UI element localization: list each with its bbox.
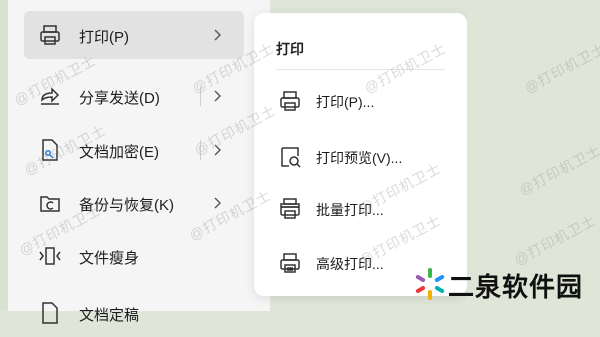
menu-item-print[interactable]: 打印(P)	[24, 11, 244, 59]
advanced-print-icon	[280, 253, 300, 273]
chevron-right-icon	[214, 29, 221, 41]
document-finalize-icon	[42, 302, 58, 324]
site-logo: 二泉软件园	[410, 262, 600, 306]
left-edge-strip	[0, 0, 8, 311]
logo-icon	[415, 268, 445, 300]
submenu-item-label: 打印预览(V)...	[316, 150, 403, 166]
menu-item-finalize[interactable]: 文档定稿	[24, 289, 244, 337]
submenu-title: 打印	[276, 41, 304, 57]
print-preview-icon	[281, 147, 301, 168]
submenu-item-label: 打印(P)...	[316, 94, 375, 110]
backup-icon	[40, 196, 60, 212]
submenu-item-print[interactable]: 打印(P)...	[266, 79, 456, 123]
chevron-right-icon[interactable]	[212, 89, 222, 103]
logo-text: 二泉软件园	[448, 272, 584, 302]
menu-item-label: 打印(P)	[79, 29, 129, 46]
menu-item-label: 文档定稿	[79, 307, 140, 324]
printer-icon	[280, 91, 300, 111]
menu-item-label: 分享发送(D)	[79, 90, 160, 107]
printer-icon	[40, 25, 60, 45]
menu-item-label: 文件瘦身	[79, 250, 140, 267]
batch-print-icon	[280, 198, 300, 219]
